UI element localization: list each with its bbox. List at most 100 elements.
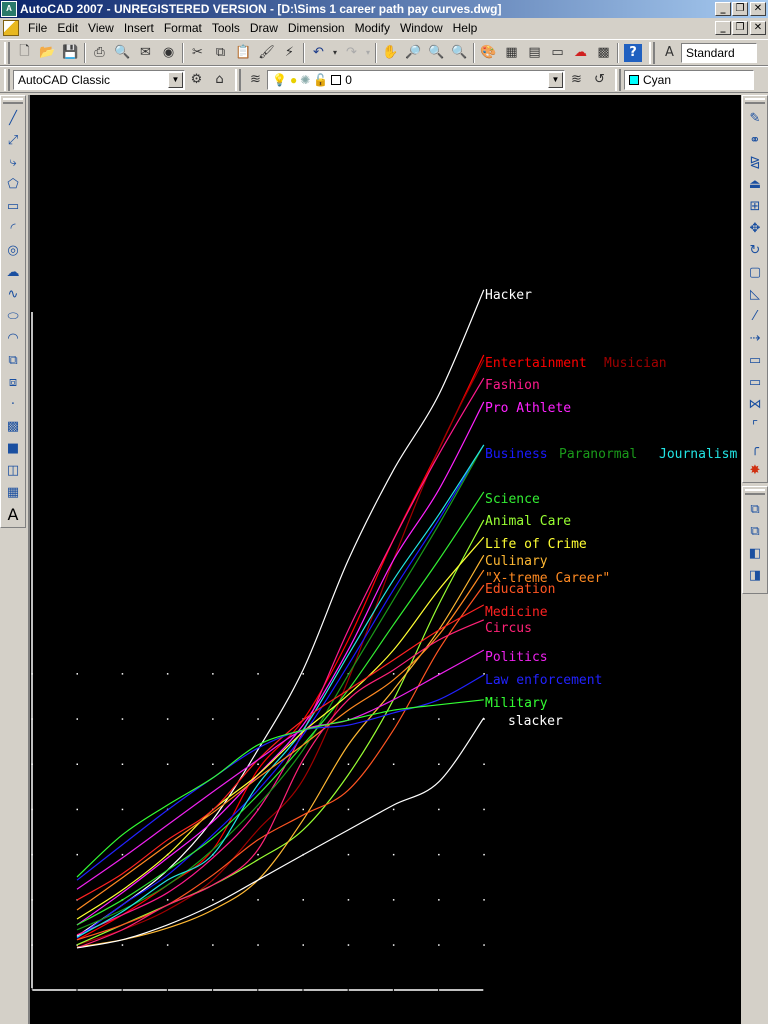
rotate-icon[interactable]: ↻ bbox=[743, 239, 767, 261]
toolbar-grip[interactable] bbox=[649, 41, 655, 64]
hatch-icon[interactable]: ▩ bbox=[1, 415, 25, 437]
circle-icon[interactable]: ◎ bbox=[1, 239, 25, 261]
plot-preview-icon[interactable]: 🔍 bbox=[111, 42, 134, 64]
undo-icon[interactable]: ↶ bbox=[307, 42, 330, 64]
erase-icon[interactable]: ✎ bbox=[743, 107, 767, 129]
bring-to-front-icon[interactable]: ⧉ bbox=[743, 498, 767, 520]
workspace-select[interactable]: AutoCAD Classic ▼ bbox=[13, 69, 185, 90]
toolbar-grip[interactable] bbox=[3, 98, 23, 104]
block-editor-icon[interactable]: ⚡ bbox=[278, 42, 301, 64]
layer-previous-icon[interactable]: ↺ bbox=[588, 69, 611, 91]
zoom-realtime-icon[interactable]: 🔎 bbox=[402, 42, 425, 64]
zoom-previous-icon[interactable]: 🔍 bbox=[448, 42, 471, 64]
redo-icon[interactable]: ↷ bbox=[340, 42, 363, 64]
make-block-icon[interactable]: ⧈ bbox=[1, 371, 25, 393]
my-workspace-icon[interactable]: ⌂ bbox=[208, 69, 231, 91]
open-icon[interactable]: 📂 bbox=[36, 42, 59, 64]
bring-above-icon[interactable]: ◧ bbox=[743, 542, 767, 564]
zoom-window-icon[interactable]: 🔍 bbox=[425, 42, 448, 64]
undo-dropdown-icon[interactable]: ▾ bbox=[330, 42, 340, 64]
cut-icon[interactable]: ✂ bbox=[186, 42, 209, 64]
pan-icon[interactable]: ✋ bbox=[379, 42, 402, 64]
construction-line-icon[interactable]: ⤢ bbox=[1, 129, 25, 151]
menu-edit[interactable]: Edit bbox=[52, 21, 83, 35]
sheet-set-icon[interactable]: ▭ bbox=[546, 42, 569, 64]
polygon-icon[interactable]: ⬠ bbox=[1, 173, 25, 195]
ellipse-icon[interactable]: ⬭ bbox=[1, 305, 25, 327]
color-control-select[interactable]: Cyan bbox=[624, 69, 754, 90]
chevron-down-icon[interactable]: ▼ bbox=[548, 71, 563, 88]
close-button[interactable]: ✕ bbox=[750, 2, 766, 16]
menu-insert[interactable]: Insert bbox=[119, 21, 159, 35]
offset-icon[interactable]: ⏏ bbox=[743, 173, 767, 195]
doc-minimize-button[interactable]: _ bbox=[715, 21, 731, 35]
gradient-icon[interactable]: ■ bbox=[1, 437, 25, 459]
document-icon[interactable] bbox=[3, 20, 19, 36]
toolbar-grip[interactable] bbox=[4, 68, 10, 91]
extend-icon[interactable]: ⇢ bbox=[743, 327, 767, 349]
insert-block-icon[interactable]: ⧉ bbox=[1, 349, 25, 371]
restore-button[interactable]: ❐ bbox=[732, 2, 748, 16]
spline-icon[interactable]: ∿ bbox=[1, 283, 25, 305]
line-icon[interactable]: ╱ bbox=[1, 107, 25, 129]
array-icon[interactable]: ⊞ bbox=[743, 195, 767, 217]
menu-view[interactable]: View bbox=[83, 21, 119, 35]
publish-icon[interactable]: ✉ bbox=[134, 42, 157, 64]
3d-dwf-icon[interactable]: ◉ bbox=[157, 42, 180, 64]
save-icon[interactable]: 💾 bbox=[59, 42, 82, 64]
trim-icon[interactable]: ⁄ bbox=[743, 305, 767, 327]
revision-cloud-icon[interactable]: ☁ bbox=[1, 261, 25, 283]
toolbar-grip[interactable] bbox=[235, 68, 241, 91]
menu-format[interactable]: Format bbox=[159, 21, 207, 35]
help-icon[interactable]: ? bbox=[624, 43, 642, 62]
toolbar-grip[interactable] bbox=[4, 41, 10, 64]
markup-icon[interactable]: ☁ bbox=[569, 42, 592, 64]
ellipse-arc-icon[interactable]: ◠ bbox=[1, 327, 25, 349]
multiline-text-icon[interactable]: A bbox=[1, 503, 25, 525]
redo-dropdown-icon[interactable]: ▾ bbox=[363, 42, 373, 64]
send-to-back-icon[interactable]: ⧉ bbox=[743, 520, 767, 542]
menu-window[interactable]: Window bbox=[395, 21, 448, 35]
paste-icon[interactable]: 📋 bbox=[232, 42, 255, 64]
text-style-select[interactable]: Standard bbox=[681, 42, 757, 63]
minimize-button[interactable]: _ bbox=[715, 2, 731, 16]
join-icon[interactable]: ⋈ bbox=[743, 393, 767, 415]
layer-properties-icon[interactable]: ≋ bbox=[244, 69, 267, 91]
menu-file[interactable]: File bbox=[23, 21, 52, 35]
toolbar-grip[interactable] bbox=[615, 68, 621, 91]
match-properties-icon[interactable]: 🖌 bbox=[255, 42, 278, 64]
new-icon[interactable]: 🗋 bbox=[13, 42, 36, 64]
menu-tools[interactable]: Tools bbox=[207, 21, 245, 35]
doc-restore-button[interactable]: ❐ bbox=[732, 21, 748, 35]
table-icon[interactable]: ▦ bbox=[1, 481, 25, 503]
stretch-icon[interactable]: ◺ bbox=[743, 283, 767, 305]
rectangle-icon[interactable]: ▭ bbox=[1, 195, 25, 217]
menu-dimension[interactable]: Dimension bbox=[283, 21, 350, 35]
explode-icon[interactable]: ✸ bbox=[743, 459, 767, 481]
quickcalc-icon[interactable]: ▩ bbox=[592, 42, 615, 64]
fillet-icon[interactable]: ╭ bbox=[743, 437, 767, 459]
menu-modify[interactable]: Modify bbox=[350, 21, 395, 35]
chamfer-icon[interactable]: ⌜ bbox=[743, 415, 767, 437]
polyline-icon[interactable]: ⤷ bbox=[1, 151, 25, 173]
arc-icon[interactable]: ◜ bbox=[1, 217, 25, 239]
toolbar-grip[interactable] bbox=[745, 98, 765, 104]
drawing-area[interactable]: Hacker Entertainment Musician Fashion Pro At… bbox=[28, 95, 741, 1024]
text-style-icon[interactable]: A bbox=[658, 42, 681, 64]
chevron-down-icon[interactable]: ▼ bbox=[168, 71, 183, 88]
doc-close-button[interactable]: ✕ bbox=[750, 21, 766, 35]
copy-icon[interactable]: ⧉ bbox=[209, 42, 232, 64]
send-under-icon[interactable]: ◨ bbox=[743, 564, 767, 586]
copy-object-icon[interactable]: ⚭ bbox=[743, 129, 767, 151]
menu-help[interactable]: Help bbox=[448, 21, 483, 35]
mirror-icon[interactable]: ⧎ bbox=[743, 151, 767, 173]
tool-palettes-icon[interactable]: ▤ bbox=[523, 42, 546, 64]
toolbar-grip[interactable] bbox=[745, 489, 765, 495]
break-icon[interactable]: ▭ bbox=[743, 371, 767, 393]
point-icon[interactable]: · bbox=[1, 393, 25, 415]
menu-draw[interactable]: Draw bbox=[245, 21, 283, 35]
make-object-layer-current-icon[interactable]: ≋ bbox=[565, 69, 588, 91]
break-at-point-icon[interactable]: ▭ bbox=[743, 349, 767, 371]
autocad-logo-icon[interactable]: A bbox=[1, 1, 17, 17]
plot-icon[interactable]: ⎙ bbox=[88, 42, 111, 64]
